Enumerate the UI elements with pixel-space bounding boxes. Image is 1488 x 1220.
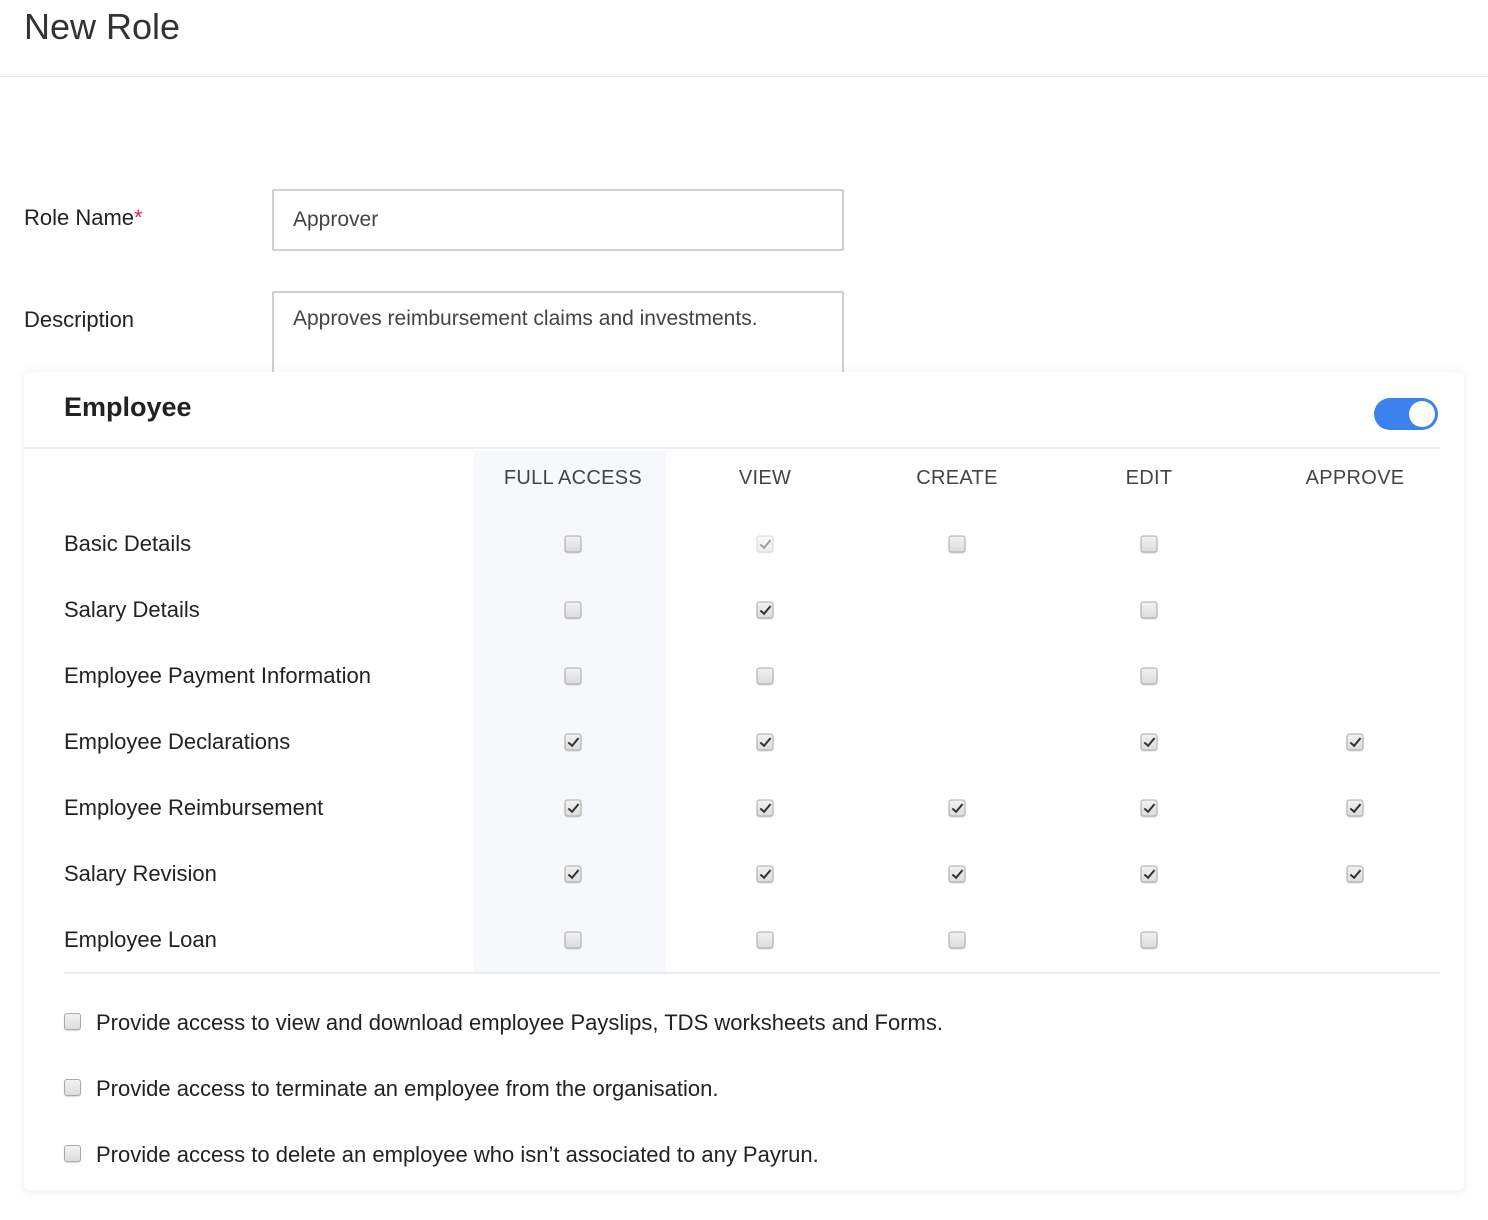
checkbox-employee-loan-create[interactable] (948, 931, 966, 949)
card-header: Employee (24, 372, 1440, 449)
table-divider (64, 972, 1440, 974)
checkbox-employee-declarations-edit[interactable] (1140, 733, 1158, 751)
checkbox-employee-declarations-full-access[interactable] (564, 733, 582, 751)
column-header-approve: APPROVE (1305, 467, 1405, 489)
checkbox-basic-details-edit[interactable] (1140, 535, 1158, 553)
checkbox-basic-details-create[interactable] (948, 535, 966, 553)
checkbox-salary-details-edit[interactable] (1140, 601, 1158, 619)
checkbox-salary-details-view[interactable] (756, 601, 774, 619)
row-label-salary-details: Salary Details (64, 597, 200, 622)
description-label: Description (24, 307, 135, 332)
extra-permission-item[interactable]: Provide access to delete an employee who… (64, 1140, 819, 1170)
extra-permission-item[interactable]: Provide access to terminate an employee … (64, 1074, 718, 1104)
section-enable-toggle[interactable] (1374, 398, 1438, 430)
checkbox-employee-declarations-view[interactable] (756, 733, 774, 751)
checkbox-employee-reimbursement-approve[interactable] (1346, 799, 1364, 817)
checkbox-salary-revision-edit[interactable] (1140, 865, 1158, 883)
full-access-column-highlight (474, 451, 666, 973)
role-name-input[interactable] (272, 189, 844, 251)
checkbox-salary-revision-create[interactable] (948, 865, 966, 883)
extra-permission-label: Provide access to delete an employee who… (96, 1142, 819, 1167)
section-title: Employee (64, 392, 192, 422)
checkbox-employee-loan-edit[interactable] (1140, 931, 1158, 949)
checkbox-basic-details-full-access[interactable] (564, 535, 582, 553)
extra-permission-checkbox[interactable] (64, 1012, 81, 1030)
checkbox-employee-payment-information-edit[interactable] (1140, 667, 1158, 685)
checkbox-employee-reimbursement-edit[interactable] (1140, 799, 1158, 817)
checkbox-employee-payment-information-view[interactable] (756, 667, 774, 685)
column-header-edit: EDIT (1125, 467, 1173, 489)
toggle-knob (1409, 401, 1435, 427)
checkbox-employee-declarations-approve[interactable] (1346, 733, 1364, 751)
checkbox-employee-loan-view[interactable] (756, 931, 774, 949)
row-label-employee-declarations: Employee Declarations (64, 729, 291, 754)
row-label-employee-reimbursement: Employee Reimbursement (64, 795, 324, 820)
checkbox-employee-reimbursement-view[interactable] (756, 799, 774, 817)
role-name-label: Role Name* (24, 205, 143, 231)
column-header-full-access: FULL ACCESS (503, 467, 643, 489)
column-header-create: CREATE (916, 467, 998, 489)
row-label-employee-payment-information: Employee Payment Information (64, 663, 371, 688)
checkbox-salary-revision-view[interactable] (756, 865, 774, 883)
extra-permission-label: Provide access to terminate an employee … (96, 1076, 719, 1101)
extra-permission-label: Provide access to view and download empl… (96, 1010, 943, 1035)
required-asterisk: * (134, 205, 143, 230)
checkbox-salary-revision-full-access[interactable] (564, 865, 582, 883)
employee-permissions-card: Employee FULL ACCESS VIEW CREATE EDIT APPROV… (24, 372, 1464, 1190)
extra-permission-checkbox[interactable] (64, 1078, 81, 1096)
row-label-basic-details: Basic Details (64, 531, 192, 556)
extra-permission-checkbox[interactable] (64, 1144, 81, 1162)
checkbox-employee-payment-information-full-access[interactable] (564, 667, 582, 685)
page-title: New Role (24, 6, 181, 47)
row-label-employee-loan: Employee Loan (64, 927, 217, 952)
column-header-view: VIEW (738, 467, 792, 489)
checkbox-employee-loan-full-access[interactable] (564, 931, 582, 949)
role-name-label-text: Role Name (24, 205, 135, 230)
checkbox-salary-details-full-access[interactable] (564, 601, 582, 619)
checkbox-employee-reimbursement-create[interactable] (948, 799, 966, 817)
checkbox-salary-revision-approve[interactable] (1346, 865, 1364, 883)
page-header: New Role (0, 0, 1488, 77)
checkbox-employee-reimbursement-full-access[interactable] (564, 799, 582, 817)
row-label-salary-revision: Salary Revision (64, 861, 217, 886)
checkbox-basic-details-view (756, 535, 774, 553)
extra-permission-item[interactable]: Provide access to view and download empl… (64, 1008, 943, 1038)
